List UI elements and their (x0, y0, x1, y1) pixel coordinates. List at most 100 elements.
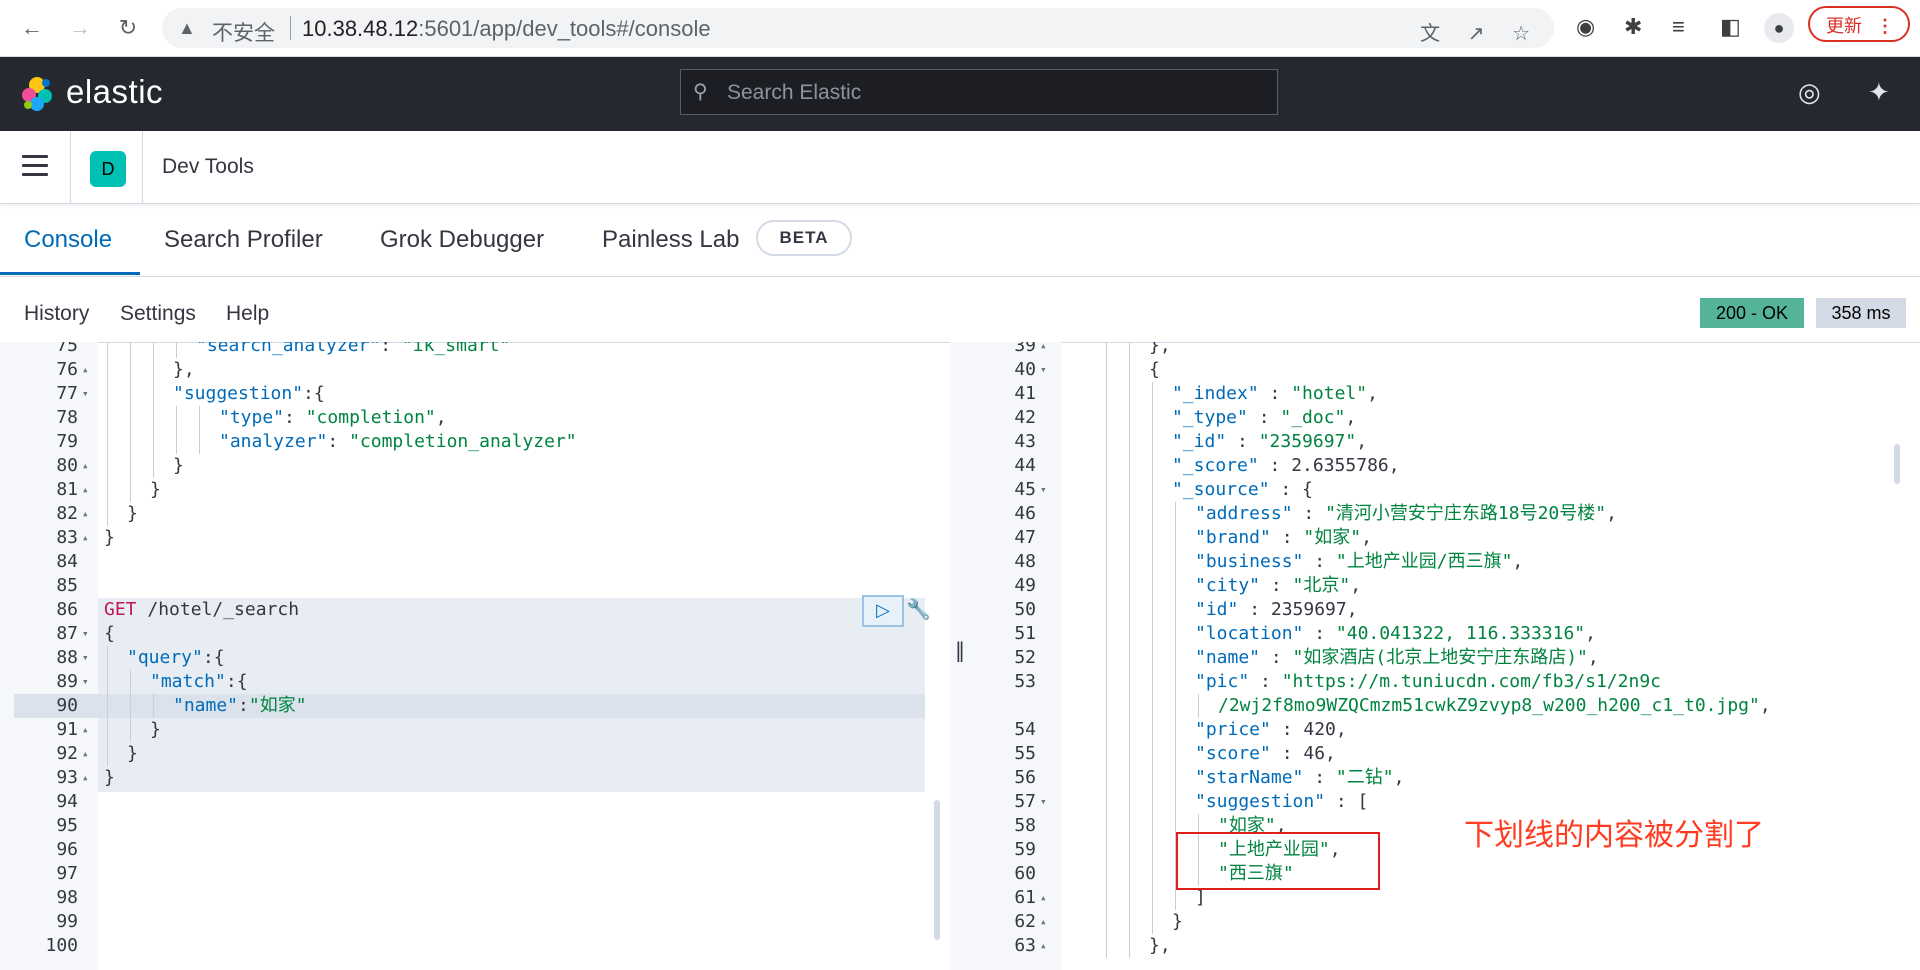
extensions-puzzle-icon[interactable]: ✱ (1624, 14, 1642, 40)
line-number: 83 (56, 527, 78, 548)
share-icon[interactable]: ↗ (1468, 23, 1485, 45)
json-key: "query" (127, 647, 203, 668)
code-token: } (127, 743, 138, 764)
fold-close-icon[interactable]: ▴ (1040, 934, 1047, 958)
search-input[interactable]: ⚲ Search Elastic (680, 69, 1278, 115)
line-number: 95 (56, 815, 78, 836)
address-bar[interactable]: ▲ 不安全 10.38.48.12:5601/app/dev_tools#/co… (162, 8, 1554, 48)
line-number: 43 (1014, 431, 1036, 452)
indent-guide (1106, 886, 1107, 910)
fold-open-icon[interactable]: ▾ (82, 646, 89, 670)
fold-close-icon[interactable]: ▴ (82, 742, 89, 766)
tab-painless-lab[interactable]: Painless Lab (602, 226, 739, 254)
url-text[interactable]: 10.38.48.12:5601/app/dev_tools#/console (302, 16, 711, 42)
url-host: 10.38.48.12 (302, 16, 419, 41)
history-link[interactable]: History (24, 302, 89, 326)
line-number: 78 (56, 407, 78, 428)
code-line: "_type" : "_doc", (1172, 406, 1356, 430)
tab-search-profiler[interactable]: Search Profiler (164, 226, 323, 254)
code-line: } (150, 478, 161, 502)
code-token: /hotel/_search (136, 599, 300, 620)
indent-guide (1175, 646, 1176, 670)
request-editor[interactable]: 75 "search_analyzer": "ik_smart" 76 ▴}, 77 ▾ "… (0, 342, 950, 970)
side-panel-icon[interactable]: ◧ (1720, 14, 1741, 40)
line-number: 60 (1014, 863, 1036, 884)
indent-guide (1129, 406, 1130, 430)
wrench-menu-icon[interactable]: 🔧 (906, 597, 931, 621)
indent-guide (1175, 670, 1176, 694)
fold-open-icon[interactable]: ▾ (82, 670, 89, 694)
indent-guide (1106, 934, 1107, 958)
help-link[interactable]: Help (226, 302, 269, 326)
translate-icon[interactable]: 文 (1420, 23, 1440, 45)
code-line: "type": "completion", (219, 406, 447, 430)
json-key: "id" (1195, 599, 1239, 620)
pane-resizer[interactable]: ‖ (950, 342, 970, 970)
line-number: 42 (1014, 407, 1036, 428)
warning-icon[interactable]: ▲ (178, 18, 196, 39)
run-request-button[interactable]: ▷ (862, 595, 904, 627)
extension-circle-icon[interactable]: ◉ (1576, 14, 1595, 40)
fold-open-icon[interactable]: ▾ (82, 382, 89, 406)
code-token: , (1361, 527, 1372, 548)
help-lifebuoy-icon[interactable]: ◎ (1798, 77, 1821, 108)
update-button[interactable]: 更新 ⋮ (1808, 6, 1910, 42)
code-token: } (127, 503, 138, 524)
indent-guide (153, 694, 154, 718)
code-line: "city" : "北京", (1195, 574, 1361, 598)
line-number: 94 (56, 791, 78, 812)
response-scrollbar[interactable] (1894, 444, 1900, 484)
indent-guide (1129, 934, 1130, 958)
fold-close-icon[interactable]: ▴ (82, 358, 89, 382)
settings-link[interactable]: Settings (120, 302, 196, 326)
code-token: { (1149, 359, 1160, 380)
brand-name[interactable]: elastic (66, 73, 163, 111)
line-number: 59 (1014, 839, 1036, 860)
reload-icon[interactable]: ↻ (114, 14, 142, 42)
fold-close-icon[interactable]: ▴ (1040, 910, 1047, 934)
fold-close-icon[interactable]: ▴ (82, 766, 89, 790)
json-key: "type" (219, 407, 285, 428)
fold-open-icon[interactable]: ▾ (1040, 478, 1047, 502)
media-queue-icon[interactable]: ≡ (1672, 14, 1685, 40)
editor-scrollbar[interactable] (934, 800, 940, 940)
profile-avatar-icon[interactable]: ● (1764, 13, 1794, 43)
elastic-logo-icon[interactable] (18, 75, 56, 113)
active-tab-indicator (0, 272, 140, 275)
code-line: "match":{ (150, 670, 248, 694)
fold-close-icon[interactable]: ▴ (1040, 342, 1047, 358)
response-viewer[interactable]: 39 ▴}, 40 ▾{41 "_index" : "hotel", 42 "_type" … (970, 342, 1920, 970)
news-feed-icon[interactable]: ✦ (1868, 77, 1890, 108)
indent-guide (107, 358, 108, 382)
fold-open-icon[interactable]: ▾ (1040, 790, 1047, 814)
fold-close-icon[interactable]: ▴ (82, 718, 89, 742)
menu-hamburger-icon[interactable] (22, 155, 48, 182)
fold-open-icon[interactable]: ▾ (82, 622, 89, 646)
code-token: : (284, 407, 306, 428)
indent-guide (176, 430, 177, 454)
indent-guide (1152, 790, 1153, 814)
fold-close-icon[interactable]: ▴ (1040, 886, 1047, 910)
indent-guide (1175, 502, 1176, 526)
resize-handle-icon: ‖ (955, 638, 965, 662)
space-avatar[interactable]: D (90, 151, 126, 187)
json-string: "北京" (1292, 575, 1351, 596)
json-key: "match" (150, 671, 226, 692)
code-token: : 46, (1270, 743, 1336, 764)
fold-close-icon[interactable]: ▴ (82, 526, 89, 550)
code-line: }, (173, 358, 195, 382)
indent-guide (1129, 526, 1130, 550)
json-string: "如家" (1303, 527, 1362, 548)
forward-icon[interactable]: → (66, 14, 94, 42)
fold-close-icon[interactable]: ▴ (82, 454, 89, 478)
fold-close-icon[interactable]: ▴ (82, 478, 89, 502)
bookmark-star-icon[interactable]: ☆ (1512, 23, 1530, 45)
indent-guide (1106, 742, 1107, 766)
back-icon[interactable]: ← (18, 14, 46, 42)
line-number: 98 (56, 887, 78, 908)
code-line: "brand" : "如家", (1195, 526, 1372, 550)
tab-console[interactable]: Console (24, 226, 112, 254)
fold-open-icon[interactable]: ▾ (1040, 358, 1047, 382)
tab-grok-debugger[interactable]: Grok Debugger (380, 226, 544, 254)
fold-close-icon[interactable]: ▴ (82, 502, 89, 526)
